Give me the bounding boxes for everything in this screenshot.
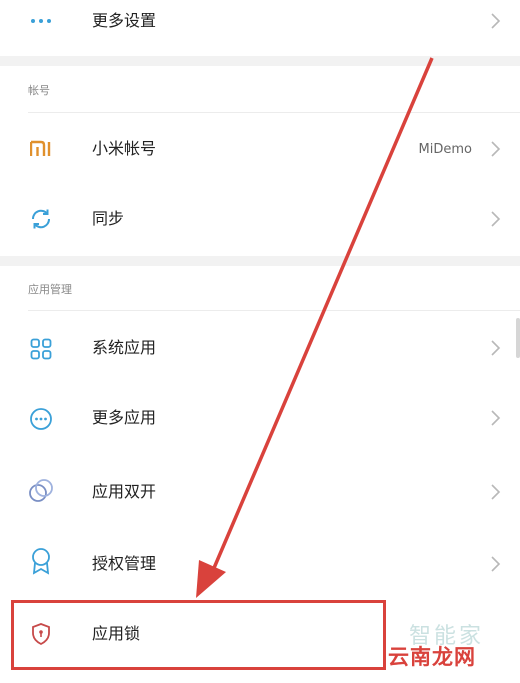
- annotation-arrow: [196, 57, 434, 598]
- watermark-logo-text: 云南龙网: [388, 645, 476, 669]
- scrollbar-thumb[interactable]: [516, 318, 520, 358]
